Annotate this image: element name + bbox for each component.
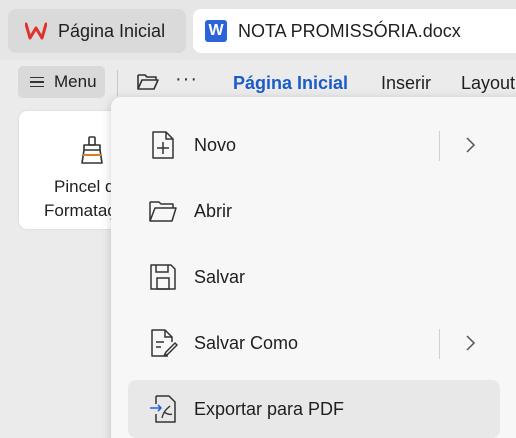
submenu-divider — [439, 329, 440, 359]
new-file-icon — [152, 131, 174, 159]
chevron-right-icon[interactable] — [463, 334, 477, 352]
menu-button-label: Menu — [54, 72, 97, 91]
menu-item-abrir[interactable]: Abrir — [128, 182, 500, 240]
paintbrush-icon — [81, 136, 103, 164]
export-pdf-icon — [150, 395, 176, 423]
ribbon-tab-insert[interactable]: Inserir — [381, 73, 431, 94]
menu-item-abrir-label: Abrir — [194, 200, 233, 221]
folder-open-icon — [149, 201, 177, 222]
menu-item-salvar-como[interactable]: Salvar Como — [128, 314, 500, 372]
menu-item-novo-label: Novo — [194, 134, 237, 155]
more-options-button[interactable]: ··· — [175, 68, 198, 91]
tab-home-label: Página Inicial — [58, 20, 166, 41]
tab-document[interactable]: W NOTA PROMISSÓRIA.docx — [193, 9, 516, 53]
menu-button[interactable]: Menu — [18, 66, 105, 98]
tab-home[interactable]: Página Inicial — [8, 9, 186, 53]
folder-open-icon[interactable] — [136, 72, 160, 92]
menu-item-salvar[interactable]: Salvar — [128, 248, 500, 306]
wps-writer-window: Página Inicial W NOTA PROMISSÓRIA.docx M… — [0, 0, 516, 438]
hamburger-icon — [30, 74, 44, 91]
file-menu-dropdown: Novo Abrir Salvar Salvar Como Exportar p… — [111, 97, 516, 438]
save-icon — [150, 264, 176, 290]
save-as-icon — [151, 329, 178, 357]
menu-item-exportar-pdf[interactable]: Exportar para PDF — [128, 380, 500, 438]
word-document-icon: W — [205, 20, 227, 42]
ribbon-tab-home[interactable]: Página Inicial — [233, 73, 348, 94]
menu-item-novo[interactable]: Novo — [128, 116, 500, 174]
menu-item-salvar-como-label: Salvar Como — [194, 332, 299, 353]
chevron-right-icon[interactable] — [463, 136, 477, 154]
menu-item-salvar-label: Salvar — [194, 266, 246, 287]
menu-item-exportar-pdf-label: Exportar para PDF — [194, 398, 345, 419]
tab-bar: Página Inicial W NOTA PROMISSÓRIA.docx — [0, 0, 516, 60]
toolbar-divider — [117, 70, 118, 96]
wps-logo-icon — [25, 20, 47, 42]
tab-document-label: NOTA PROMISSÓRIA.docx — [238, 20, 461, 41]
ribbon-tab-layout[interactable]: Layout — [461, 73, 515, 94]
submenu-divider — [439, 131, 440, 161]
